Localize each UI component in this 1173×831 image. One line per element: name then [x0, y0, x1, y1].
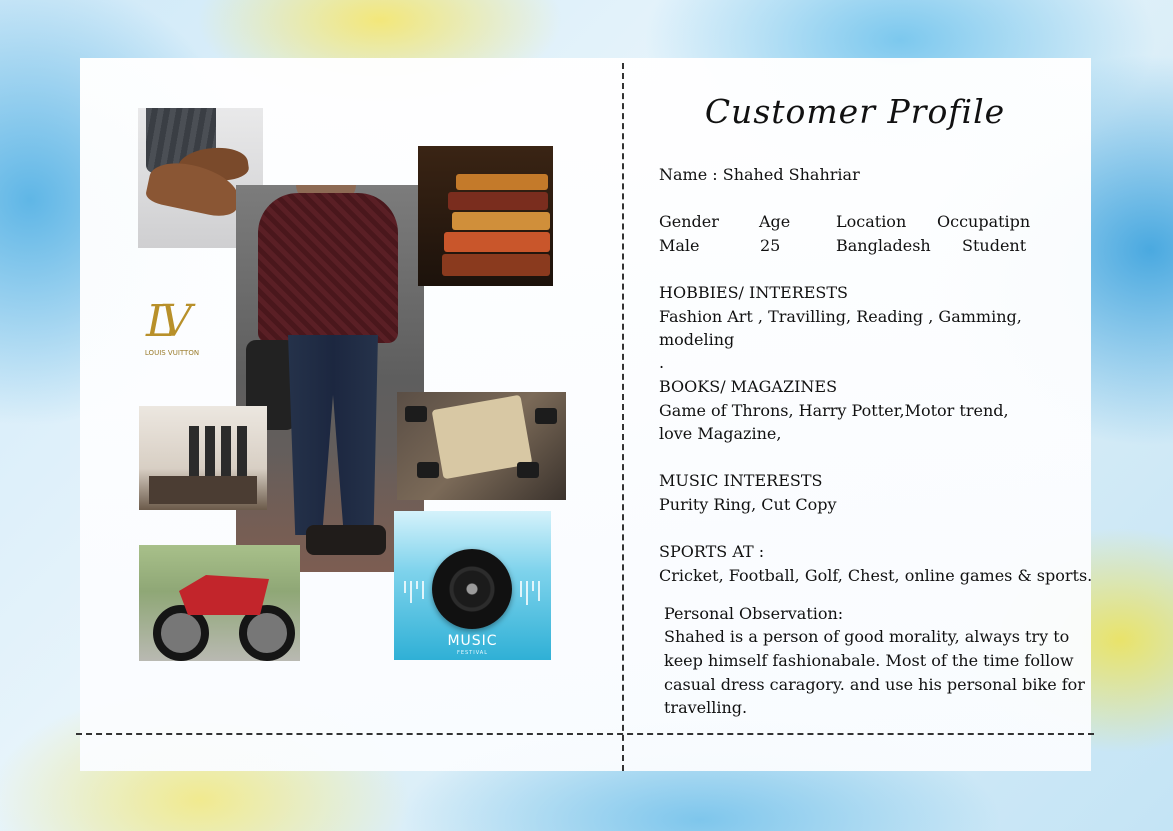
- observation-line-2: keep himself fashionabale. Most of the t…: [664, 651, 1074, 670]
- books-photo: [418, 146, 553, 286]
- travel-photo: [397, 392, 566, 500]
- age-header: Age: [759, 212, 791, 231]
- hobbies-heading: HOBBIES/ INTERESTS: [659, 283, 849, 302]
- observation-line-1: Shahed is a person of good morality, alw…: [664, 627, 1070, 646]
- vinyl-record-icon: [432, 549, 512, 629]
- books-heading: BOOKS/ MAGAZINES: [659, 377, 838, 396]
- observation-line-4: travelling.: [664, 698, 748, 717]
- books-line-2: love Magazine,: [659, 424, 782, 443]
- logo-mark: LV: [146, 296, 192, 347]
- music-subtitle: FESTIVAL: [456, 650, 489, 656]
- location-header: Location: [836, 212, 907, 231]
- horizontal-fold-line: [76, 733, 1094, 735]
- observation-heading: Personal Observation:: [664, 604, 844, 623]
- name-line: Name : Shahed Shahriar: [659, 165, 860, 184]
- page-title: Customer Profile: [704, 92, 1006, 131]
- gender-value: Male: [659, 236, 700, 255]
- observation-line-3: casual dress caragory. and use his perso…: [664, 675, 1085, 694]
- occupation-header: Occupatipn: [937, 212, 1031, 231]
- vertical-fold-line: [622, 63, 624, 771]
- hobbies-line-1: Fashion Art , Travilling, Reading , Gamm…: [659, 307, 1022, 326]
- logo-caption: LOUIS VUITTON: [144, 349, 200, 357]
- music-festival-photo: MUSIC FESTIVAL: [394, 511, 551, 660]
- hobbies-line-2: modeling: [659, 330, 735, 349]
- gender-header: Gender: [659, 212, 719, 231]
- music-line: Purity Ring, Cut Copy: [659, 495, 837, 514]
- occupation-value: Student: [962, 236, 1027, 255]
- music-title: MUSIC: [447, 633, 498, 649]
- age-value: 25: [760, 236, 781, 255]
- music-heading: MUSIC INTERESTS: [659, 471, 823, 490]
- sports-heading: SPORTS AT :: [659, 542, 765, 561]
- motorbike-photo: [139, 545, 300, 661]
- books-line-1: Game of Throns, Harry Potter,Motor trend…: [659, 401, 1009, 420]
- louis-vuitton-logo: LV LOUIS VUITTON: [140, 296, 204, 366]
- sports-line: Cricket, Football, Golf, Chest, online g…: [659, 566, 1093, 585]
- store-photo: [139, 406, 267, 510]
- location-value: Bangladesh: [836, 236, 931, 255]
- hobbies-line-3: .: [659, 353, 665, 372]
